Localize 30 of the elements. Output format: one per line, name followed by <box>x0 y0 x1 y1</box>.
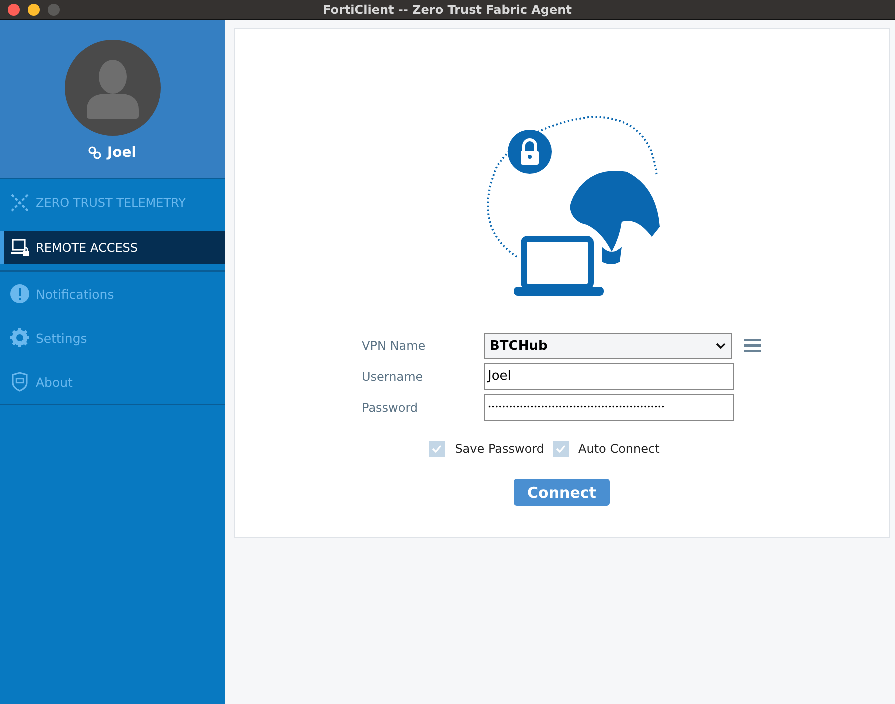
settings-icon <box>10 328 30 348</box>
connect-button[interactable]: Connect <box>514 479 610 506</box>
nav-item[interactable]: REMOTE ACCESS <box>0 231 225 264</box>
checkbox-label: Save Password <box>455 442 545 456</box>
close-button[interactable] <box>8 4 20 16</box>
username-field[interactable]: Joel <box>484 363 734 390</box>
telemetry-icon <box>10 193 30 213</box>
shield-icon <box>10 372 30 392</box>
avatar-icon <box>64 40 160 136</box>
vpn-select[interactable]: BTCHub <box>484 333 732 359</box>
user-name: Joel <box>107 145 137 161</box>
check-icon <box>432 445 442 453</box>
nav-item[interactable]: Notifications <box>0 272 225 316</box>
field-label: VPN Name <box>362 339 427 353</box>
nav-item[interactable]: About <box>0 360 225 404</box>
alert-icon <box>10 284 30 304</box>
field-label: Username <box>362 370 424 384</box>
field-label: Password <box>362 400 420 414</box>
minimize-button[interactable] <box>28 4 40 16</box>
nav-item[interactable]: ZERO TRUST TELEMETRY <box>0 181 225 225</box>
checkbox-label: Auto Connect <box>578 442 660 456</box>
menu-icon[interactable] <box>744 339 761 353</box>
nav-item[interactable]: Settings <box>0 316 225 360</box>
checkbox[interactable] <box>429 441 446 457</box>
check-icon <box>556 445 566 453</box>
chevron-down-icon <box>716 342 726 350</box>
checkbox[interactable] <box>552 441 569 457</box>
link-icon <box>88 146 102 160</box>
laptop-lock-icon <box>10 238 30 258</box>
window-title: FortiClient -- Zero Trust Fabric Agent <box>323 2 572 16</box>
